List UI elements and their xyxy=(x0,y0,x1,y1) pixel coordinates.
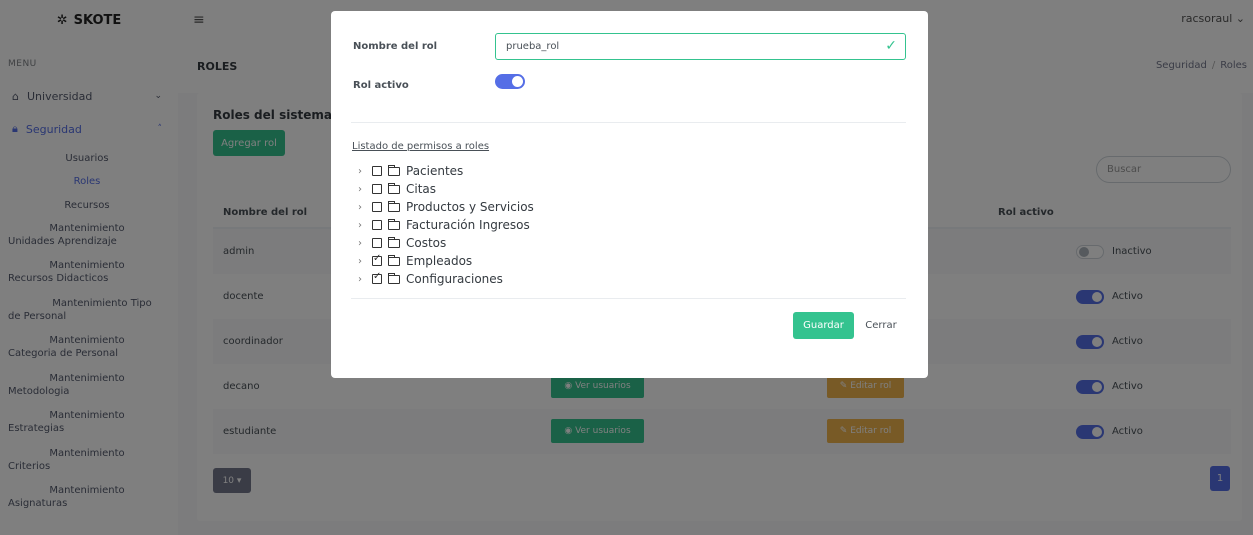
checkbox[interactable] xyxy=(372,220,382,230)
role-name-input[interactable]: prueba_rol ✓ xyxy=(495,33,906,60)
folder-icon xyxy=(387,236,400,248)
checkbox[interactable] xyxy=(372,166,382,176)
tree-item-facturacion[interactable]: › Facturación Ingresos xyxy=(358,216,530,234)
tree-item-productos[interactable]: › Productos y Servicios xyxy=(358,198,534,216)
role-name-value: prueba_rol xyxy=(506,41,560,52)
role-modal: Nombre del rol prueba_rol ✓ Rol activo L… xyxy=(331,11,928,378)
chevron-right-icon[interactable]: › xyxy=(358,238,366,249)
chevron-right-icon[interactable]: › xyxy=(358,166,366,177)
chevron-right-icon[interactable]: › xyxy=(358,256,366,267)
chevron-right-icon[interactable]: › xyxy=(358,202,366,213)
checkmark-icon: ✓ xyxy=(885,38,897,54)
folder-icon xyxy=(387,200,400,212)
tree-item-label: Empleados xyxy=(406,254,473,268)
checkbox[interactable] xyxy=(372,184,382,194)
close-button[interactable]: Cerrar xyxy=(861,312,901,339)
tree-item-label: Productos y Servicios xyxy=(406,200,534,214)
folder-icon xyxy=(387,164,400,176)
folder-icon xyxy=(387,272,400,284)
tree-item-label: Facturación Ingresos xyxy=(406,218,530,232)
checkbox-checked[interactable] xyxy=(372,271,382,284)
divider xyxy=(351,298,906,299)
tree-item-configuraciones[interactable]: › Configuraciones xyxy=(358,270,503,288)
folder-icon xyxy=(387,182,400,194)
folder-icon xyxy=(387,254,400,266)
tree-item-label: Configuraciones xyxy=(406,272,503,286)
chevron-right-icon[interactable]: › xyxy=(358,274,366,285)
tree-item-pacientes[interactable]: › Pacientes xyxy=(358,162,463,180)
role-name-label: Nombre del rol xyxy=(353,41,438,52)
tree-item-label: Costos xyxy=(406,236,447,250)
divider xyxy=(351,122,906,123)
tree-item-costos[interactable]: › Costos xyxy=(358,234,446,252)
role-active-toggle[interactable] xyxy=(495,74,525,89)
chevron-right-icon[interactable]: › xyxy=(358,220,366,231)
checkbox-checked[interactable] xyxy=(372,253,382,266)
tree-item-citas[interactable]: › Citas xyxy=(358,180,436,198)
save-button[interactable]: Guardar xyxy=(793,312,854,339)
chevron-right-icon[interactable]: › xyxy=(358,184,366,195)
permissions-title: Listado de permisos a roles xyxy=(352,141,490,152)
tree-item-label: Citas xyxy=(406,182,437,196)
tree-item-empleados[interactable]: › Empleados xyxy=(358,252,472,270)
active-label: Rol activo xyxy=(353,80,409,91)
checkbox[interactable] xyxy=(372,238,382,248)
tree-item-label: Pacientes xyxy=(406,164,464,178)
checkbox[interactable] xyxy=(372,202,382,212)
folder-icon xyxy=(387,218,400,230)
